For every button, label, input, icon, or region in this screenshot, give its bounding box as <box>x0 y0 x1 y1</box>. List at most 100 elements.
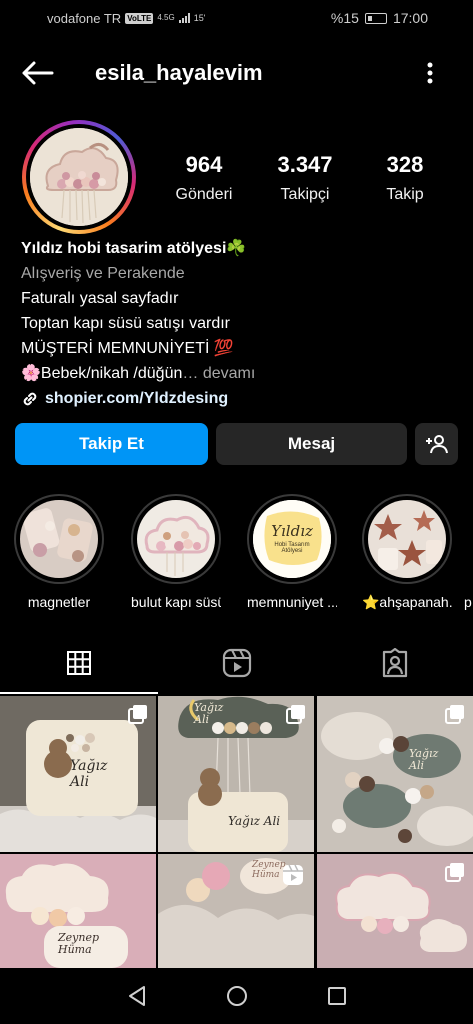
system-navigation-bar <box>0 968 473 1024</box>
highlight-image <box>137 500 215 578</box>
logo-title: Yıldız <box>271 522 313 540</box>
logo-subtitle-2: Atölyesi <box>281 548 303 554</box>
follow-button[interactable]: Takip Et <box>15 423 208 465</box>
highlight-label: bulut kapı süsü <box>131 594 221 610</box>
battery-percent: %15 <box>330 10 359 26</box>
posts-count: 964 <box>185 152 223 177</box>
reels-icon <box>283 864 303 885</box>
post-overlay-text-bottom: Yağız Ali <box>228 814 281 828</box>
highlight-ring <box>362 494 452 584</box>
profile-bio: Yıldız hobi tasarim atölyesi☘️ Alışveriş… <box>21 236 461 411</box>
followers-label: Takipçi <box>280 186 330 203</box>
highlight-memnuniyet[interactable]: Yıldız Hobi Tasarım Atölyesi memnuniyet … <box>247 494 337 610</box>
post-overlay-text: Yağız Ali <box>70 758 108 790</box>
avatar[interactable] <box>30 128 128 226</box>
profile-category: Alışveriş ve Perakende <box>21 265 185 282</box>
bio-line-1: Faturalı yasal sayfadır <box>21 290 179 307</box>
posts-stat[interactable]: 964 Gönderi <box>159 152 249 204</box>
message-button[interactable]: Mesaj <box>216 423 407 465</box>
post-overlay-text-top: Yağız Ali <box>194 702 223 726</box>
status-left: vodafone TR VoLTE 4.5G 15' <box>47 11 205 26</box>
highlight-magnetler[interactable]: magnetler <box>14 494 104 610</box>
bio-line-4: 🌸Bebek/nikah /düğün <box>21 365 183 382</box>
status-bar: vodafone TR VoLTE 4.5G 15' %15 17:00 <box>0 0 473 36</box>
circle-home-icon <box>227 986 247 1006</box>
status-right: %15 17:00 <box>331 10 428 26</box>
highlight-bulut-kapi-susu[interactable]: bulut kapı süsü <box>131 494 221 610</box>
profile-tabs <box>0 632 473 694</box>
highlight-cover: Yıldız Hobi Tasarım Atölyesi <box>253 500 331 578</box>
highlight-image <box>368 500 446 578</box>
highlight-cover <box>368 500 446 578</box>
post-overlay-text: Zeynep Hüma <box>58 931 100 956</box>
post-thumbnail[interactable] <box>317 854 473 968</box>
tab-posts-grid[interactable] <box>0 632 158 694</box>
more-options-button[interactable] <box>420 60 440 86</box>
following-label: Takip <box>386 186 424 203</box>
add-person-icon <box>425 435 448 454</box>
highlight-logo: Yıldız Hobi Tasarım Atölyesi <box>253 522 331 554</box>
carousel-icon <box>128 705 147 724</box>
post-thumbnail[interactable]: Yağız Ali <box>317 696 473 852</box>
bio-line-2: Toptan kapı süsü satışı vardır <box>21 315 230 332</box>
active-tab-indicator <box>0 692 158 694</box>
battery-icon <box>364 12 387 24</box>
highlight-cover <box>20 500 98 578</box>
nav-recents-button[interactable] <box>325 984 349 1008</box>
avatar-image <box>30 128 128 226</box>
followers-stat[interactable]: 3.347 Takipçi <box>260 152 350 204</box>
tab-tagged[interactable] <box>316 632 473 694</box>
carrier-label: vodafone TR <box>47 10 122 26</box>
tab-reels[interactable] <box>158 632 316 694</box>
post-thumbnail[interactable]: Zeynep Hüma <box>0 854 156 968</box>
volte-badge: VoLTE <box>125 12 154 24</box>
bio-line-3: MÜŞTERİ MEMNUNİYETİ 💯 <box>21 340 234 357</box>
tagged-icon <box>382 648 408 678</box>
highlight-label: ⭐ahşapanah... <box>362 594 452 610</box>
link-icon <box>23 392 37 405</box>
bio-website-link[interactable]: shopier.com/Yldzdesing <box>21 386 461 411</box>
profile-display-name: Yıldız hobi tasarim atölyesi☘️ <box>21 240 247 257</box>
posts-label: Gönderi <box>175 186 233 203</box>
bio-website-text: shopier.com/Yldzdesing <box>45 390 229 407</box>
following-stat[interactable]: 328 Takip <box>360 152 450 204</box>
highlight-label: magnetler <box>27 594 91 610</box>
post-thumbnail[interactable]: Yağız Ali Yağız Ali <box>158 696 314 852</box>
signal-icon <box>178 13 190 23</box>
back-button[interactable] <box>20 60 54 86</box>
suggested-accounts-button[interactable] <box>415 423 458 465</box>
post-thumbnail[interactable]: Yağız Ali <box>0 696 156 852</box>
network-type: 4.5G <box>157 13 175 22</box>
highlight-label: memnuniyet ... <box>247 594 337 610</box>
highlight-cover <box>137 500 215 578</box>
triangle-back-icon <box>129 986 145 1006</box>
highlight-partial[interactable]: p <box>464 494 473 610</box>
highlight-ring <box>14 494 104 584</box>
profile-header: esila_hayalevim <box>0 50 473 96</box>
nav-back-button[interactable] <box>125 984 149 1008</box>
highlight-spacer <box>464 494 473 584</box>
carousel-icon <box>286 705 305 724</box>
story-ring[interactable] <box>22 120 136 234</box>
post-overlay-text: Yağız Ali <box>409 747 439 772</box>
grid-icon <box>67 651 91 675</box>
arrow-left-icon <box>22 61 54 85</box>
profile-username: esila_hayalevim <box>95 60 263 85</box>
carousel-icon <box>445 863 464 882</box>
bio-line-4-wrap: 🌸Bebek/nikah /düğün… devamı <box>21 361 461 386</box>
post-thumbnail[interactable]: Zeynep Hüma <box>158 854 314 968</box>
nav-home-button[interactable] <box>225 984 249 1008</box>
carousel-icon <box>445 705 464 724</box>
avatar-border <box>26 124 132 230</box>
highlight-ring: Yıldız Hobi Tasarım Atölyesi <box>247 494 337 584</box>
following-count: 328 <box>386 152 424 177</box>
highlight-ahsap[interactable]: ⭐ahşapanah... <box>362 494 452 611</box>
highlight-label: p <box>464 594 472 610</box>
bio-more-link[interactable]: … devamı <box>182 365 255 382</box>
more-vertical-icon <box>427 62 433 84</box>
reels-icon <box>222 648 252 678</box>
speed-label: 15' <box>193 13 206 23</box>
clock: 17:00 <box>392 10 428 26</box>
highlight-image <box>20 500 98 578</box>
highlight-ring <box>131 494 221 584</box>
